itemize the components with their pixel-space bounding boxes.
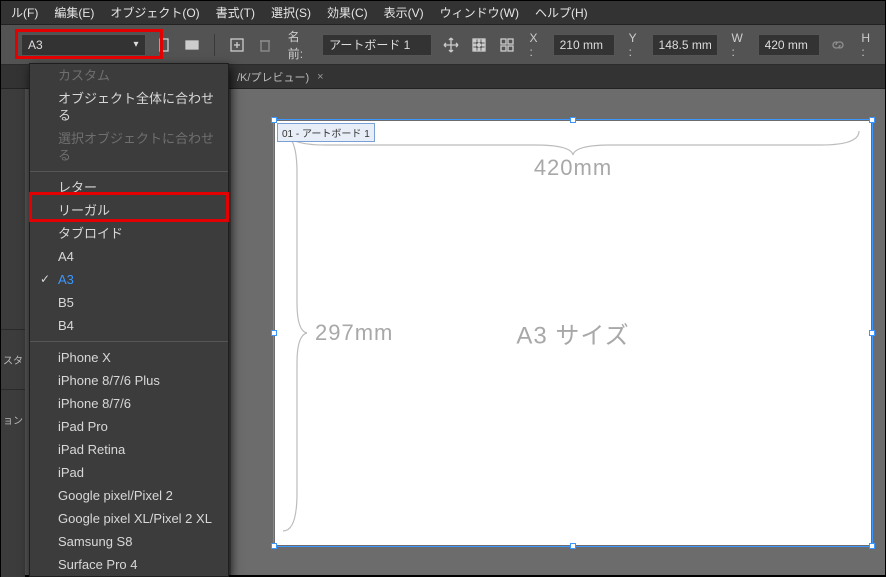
name-label: 名前: xyxy=(288,28,312,62)
w-input[interactable] xyxy=(758,34,820,56)
artboard-center-label: A3 サイズ xyxy=(516,316,629,351)
y-input[interactable] xyxy=(652,34,718,56)
preset-option[interactable]: Google pixel/Pixel 2 xyxy=(30,484,228,507)
artboard-surface: 01 - アートボード 1 420mm 297mm A3 サイズ xyxy=(275,121,871,545)
preset-option[interactable]: iPad Retina xyxy=(30,438,228,461)
artboard-badge: 01 - アートボード 1 xyxy=(277,123,375,142)
preset-option[interactable]: A3 xyxy=(30,268,228,291)
y-label: Y : xyxy=(629,31,642,59)
preset-option[interactable]: iPhone 8/7/6 Plus xyxy=(30,369,228,392)
document-tab-title: /K/プレビュー) xyxy=(237,69,309,85)
artboard-options-icon[interactable] xyxy=(498,35,516,55)
preset-dropdown[interactable]: カスタムオブジェクト全体に合わせる選択オブジェクトに合わせるレターリーガルタブロ… xyxy=(29,63,229,577)
x-label: X : xyxy=(530,31,543,59)
dropdown-separator xyxy=(30,171,228,172)
menu-view[interactable]: 表示(V) xyxy=(378,1,430,24)
preset-option[interactable]: A4 xyxy=(30,245,228,268)
preset-option[interactable]: iPhone X xyxy=(30,346,228,369)
preset-value: A3 xyxy=(28,38,43,52)
artboard-name-input[interactable] xyxy=(322,34,432,56)
canvas-area[interactable]: 01 - アートボード 1 420mm 297mm A3 サイズ xyxy=(231,89,885,575)
options-bar: A3 ▾ 名前: X : Y : W : xyxy=(1,25,885,65)
preset-option[interactable]: B4 xyxy=(30,314,228,337)
preset-option[interactable]: iPad xyxy=(30,461,228,484)
reference-point-icon[interactable] xyxy=(470,35,488,55)
left-panel-strip: スタ ョン xyxy=(1,89,25,577)
orientation-landscape-icon[interactable] xyxy=(183,35,201,55)
menu-object[interactable]: オブジェクト(O) xyxy=(104,1,205,24)
preset-option[interactable]: リーガル xyxy=(30,199,228,222)
preset-option[interactable]: レター xyxy=(30,176,228,199)
menu-select[interactable]: 選択(S) xyxy=(265,1,317,24)
preset-option[interactable]: Samsung S8 xyxy=(30,530,228,553)
preset-option[interactable]: Surface Pro 4 xyxy=(30,553,228,576)
separator xyxy=(214,34,215,56)
dropdown-separator xyxy=(30,341,228,342)
preset-option[interactable]: B5 xyxy=(30,291,228,314)
artboard-width-label: 420mm xyxy=(534,155,612,181)
preset-select[interactable]: A3 ▾ xyxy=(21,34,146,56)
new-artboard-icon[interactable] xyxy=(228,35,246,55)
preset-option[interactable]: オブジェクト全体に合わせる xyxy=(30,87,228,127)
menu-type[interactable]: 書式(T) xyxy=(210,1,261,24)
preset-option: 選択オブジェクトに合わせる xyxy=(30,127,228,167)
panel-tab-1[interactable]: スタ xyxy=(1,329,25,389)
preset-option[interactable]: iPhone 8/7/6 xyxy=(30,392,228,415)
document-tab[interactable]: /K/プレビュー) × xyxy=(231,66,330,88)
artboard-height-label: 297mm xyxy=(315,320,393,346)
w-label: W : xyxy=(732,31,748,59)
brace-left-icon xyxy=(279,133,309,533)
chevron-down-icon: ▾ xyxy=(133,39,138,50)
menu-file[interactable]: ル(F) xyxy=(5,1,44,24)
preset-option: カスタム xyxy=(30,64,228,87)
h-label: H : xyxy=(861,31,875,59)
x-input[interactable] xyxy=(553,34,615,56)
orientation-portrait-icon[interactable] xyxy=(156,35,174,55)
menu-window[interactable]: ウィンドウ(W) xyxy=(434,1,525,24)
artboard[interactable]: 01 - アートボード 1 420mm 297mm A3 サイズ xyxy=(275,121,871,545)
close-icon[interactable]: × xyxy=(317,71,323,83)
link-icon[interactable] xyxy=(830,35,848,55)
preset-option[interactable]: iPad Pro xyxy=(30,415,228,438)
menu-help[interactable]: ヘルプ(H) xyxy=(529,1,594,24)
delete-artboard-icon[interactable] xyxy=(256,35,274,55)
move-artwork-icon[interactable] xyxy=(442,35,460,55)
menu-edit[interactable]: 編集(E) xyxy=(48,1,100,24)
menu-effect[interactable]: 効果(C) xyxy=(321,1,374,24)
preset-option[interactable]: Google pixel XL/Pixel 2 XL xyxy=(30,507,228,530)
preset-option[interactable]: タブロイド xyxy=(30,222,228,245)
panel-tab-2[interactable]: ョン xyxy=(1,389,25,449)
menu-bar: ル(F) 編集(E) オブジェクト(O) 書式(T) 選択(S) 効果(C) 表… xyxy=(1,1,885,25)
